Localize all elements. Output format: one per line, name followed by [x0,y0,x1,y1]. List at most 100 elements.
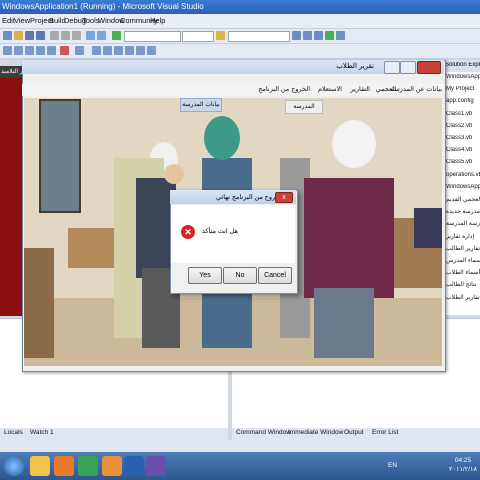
solution-explorer-icon[interactable] [292,31,301,40]
close-button[interactable] [417,61,441,74]
solution-explorer-item[interactable]: أسماء الطلاب [446,269,480,276]
word-icon[interactable] [124,456,144,476]
no-button[interactable]: No [223,267,257,284]
app-menu-ajami[interactable]: العجمي [376,85,396,93]
app-icon[interactable] [78,456,98,476]
hex-icon[interactable] [60,46,69,55]
app-menu-exit[interactable]: الخروج من البرنامج [258,85,310,93]
solution-explorer-item[interactable]: operations.vb [446,172,480,178]
explorer-icon[interactable] [30,456,50,476]
vs-title-text: WindowsApplication1 (Running) - Microsof… [2,2,204,11]
maximize-button[interactable] [400,61,416,74]
dialog-message: هل انت متأكد [202,228,238,235]
bottom-tabs-left: Locals Watch 1 [0,428,228,440]
spacing2-icon[interactable] [114,46,123,55]
language-indicator[interactable]: EN [388,462,397,469]
find-icon[interactable] [216,31,225,40]
copy-icon[interactable] [61,31,70,40]
order-icon[interactable] [136,46,145,55]
tab-watch[interactable]: Watch 1 [30,429,54,436]
menu-help[interactable]: Help [150,16,165,25]
save-icon[interactable] [25,31,34,40]
solution-explorer-item[interactable]: نتائج الطالب [446,281,480,288]
redo-icon[interactable] [97,31,106,40]
vs-title-bar: WindowsApplication1 (Running) - Microsof… [0,0,480,14]
lock-icon[interactable] [147,46,156,55]
media-player-icon[interactable] [54,456,74,476]
left-pane [0,66,22,316]
cancel-button[interactable]: Cancel [258,267,292,284]
object-browser-icon[interactable] [325,31,334,40]
left-pane-title: تقارير التلاميذ [1,69,22,75]
tab-immediate-window[interactable]: Immediate Window [288,429,343,436]
visual-studio-icon[interactable] [146,456,166,476]
app-menu-school-data[interactable]: بيانات عن المدرسة [391,85,442,93]
spacing-icon[interactable] [103,46,112,55]
toolbox-icon[interactable] [314,31,323,40]
center-icon[interactable] [125,46,134,55]
align-right-icon[interactable] [25,46,34,55]
properties-icon[interactable] [303,31,312,40]
solution-explorer-item[interactable]: Class5.vb [446,159,480,165]
paste-icon[interactable] [72,31,81,40]
platform-dropdown[interactable] [182,31,214,42]
cut-icon[interactable] [50,31,59,40]
solution-explorer-item[interactable]: العجمي القديم [446,196,480,203]
solution-explorer-item[interactable]: Class3.vb [446,135,480,141]
class-view-icon[interactable] [336,31,345,40]
solution-explorer-item[interactable]: تقارير الطلاب [446,294,480,301]
app-menu-reports[interactable]: التقارير [350,85,370,93]
solution-explorer-item[interactable]: My Project [446,86,480,92]
start-button-icon[interactable] [4,456,24,476]
dialog-close-button[interactable]: x [275,192,293,203]
tab-command-window[interactable]: Command Window [236,429,291,436]
undo-icon[interactable] [86,31,95,40]
solution-explorer-title: Solution Explorer - S... [445,62,480,68]
clock-time: 04:25 [454,457,472,464]
solution-explorer-item[interactable]: app.config [446,98,480,104]
minimize-button[interactable] [384,61,400,74]
app-title: تقرير الطلاب [336,63,374,70]
app-menu-bar: بيانات عن المدرسة العجمي التقارير الاستع… [22,84,444,96]
solution-explorer-item[interactable]: تقارير الطالب [446,245,480,252]
solution-explorer-item[interactable]: أسماء المدرس [446,257,480,264]
app-title-bar: تقرير الطلاب [22,60,444,74]
solution-explorer-item[interactable]: Class1.vb [446,111,480,117]
align-left-icon[interactable] [3,46,12,55]
tab-output[interactable]: Output [344,429,364,436]
menu-tools[interactable]: Tools [82,16,100,25]
config-dropdown[interactable] [124,31,181,42]
firefox-icon[interactable] [102,456,122,476]
format-icon[interactable] [75,46,84,55]
find-box[interactable] [228,31,290,42]
align-middle-icon[interactable] [47,46,56,55]
solution-explorer-item[interactable]: إدارة تقارير [446,233,480,240]
yes-button[interactable]: Yes [188,267,222,284]
solution-explorer-item[interactable]: مدرسة المدرسة [446,220,480,227]
new-project-icon[interactable] [3,31,12,40]
solution-explorer-item[interactable]: إدارة مدرسة جديدة [446,208,480,215]
tab-locals[interactable]: Locals [4,429,23,436]
solution-explorer-item[interactable]: WindowsApplic [446,184,480,190]
align-center-icon[interactable] [14,46,23,55]
vs-toolbar-1 [0,29,480,44]
app-menu-query[interactable]: الاستعلام [318,85,342,93]
save-all-icon[interactable] [36,31,45,40]
start-debug-icon[interactable] [112,31,121,40]
solution-explorer-item[interactable]: WindowsApplication [446,74,480,80]
vs-status-bar [0,440,480,452]
size-icon[interactable] [92,46,101,55]
tab-error-list[interactable]: Error List [372,429,398,436]
bottom-tabs-right: Command Window Immediate Window Output E… [232,428,480,440]
clock-date: ٢٠١١/٢/١٨ [448,466,478,473]
solution-explorer-header: Solution Explorer - S... [443,60,480,72]
solution-explorer-item[interactable]: Class4.vb [446,147,480,153]
align-top-icon[interactable] [36,46,45,55]
vs-menu-bar: Edit View Project Build Debug Tools Wind… [0,14,480,29]
open-icon[interactable] [14,31,23,40]
menu-edit[interactable]: Edit [2,16,15,25]
solution-explorer-item[interactable]: Class2.vb [446,123,480,129]
menu-view[interactable]: View [14,16,30,25]
dialog-title: الخروج من البرنامج نهائي [216,194,284,201]
clock[interactable]: 04:25 ٢٠١١/٢/١٨ [448,456,478,474]
